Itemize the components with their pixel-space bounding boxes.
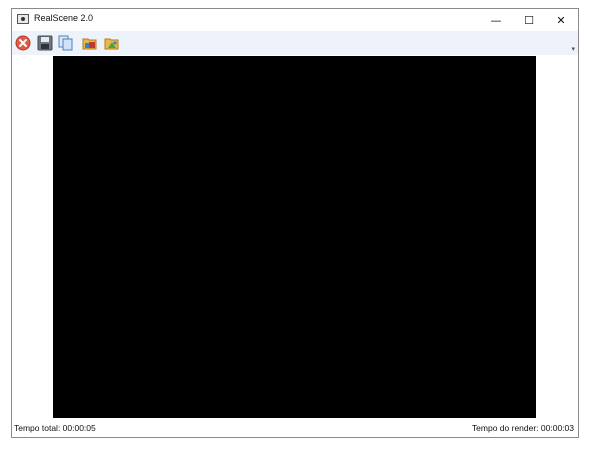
toolbar: ▾ [12, 31, 578, 55]
window-title: RealScene 2.0 [34, 13, 94, 23]
toolbar-overflow-icon[interactable]: ▾ [571, 45, 575, 53]
close-button[interactable]: ✕ [544, 9, 578, 31]
status-total-time: Tempo total: 00:00:05 [14, 423, 96, 433]
folder-image-icon[interactable] [104, 35, 120, 51]
app-icon [17, 14, 29, 24]
minimize-button[interactable]: — [479, 9, 513, 31]
maximize-button[interactable]: ☐ [512, 9, 546, 31]
status-render-time: Tempo do render: 00:00:03 [471, 423, 574, 433]
app-window: RealScene 2.0 — ☐ ✕ ▾ Tempo total: 00:00… [11, 8, 579, 438]
folder-open-icon[interactable] [82, 35, 98, 51]
title-bar[interactable]: RealScene 2.0 — ☐ ✕ [12, 9, 578, 31]
copy-icon[interactable] [58, 35, 74, 51]
close-red-circle-icon[interactable] [15, 35, 31, 51]
save-floppy-icon[interactable] [37, 35, 53, 51]
render-viewport [53, 56, 536, 418]
